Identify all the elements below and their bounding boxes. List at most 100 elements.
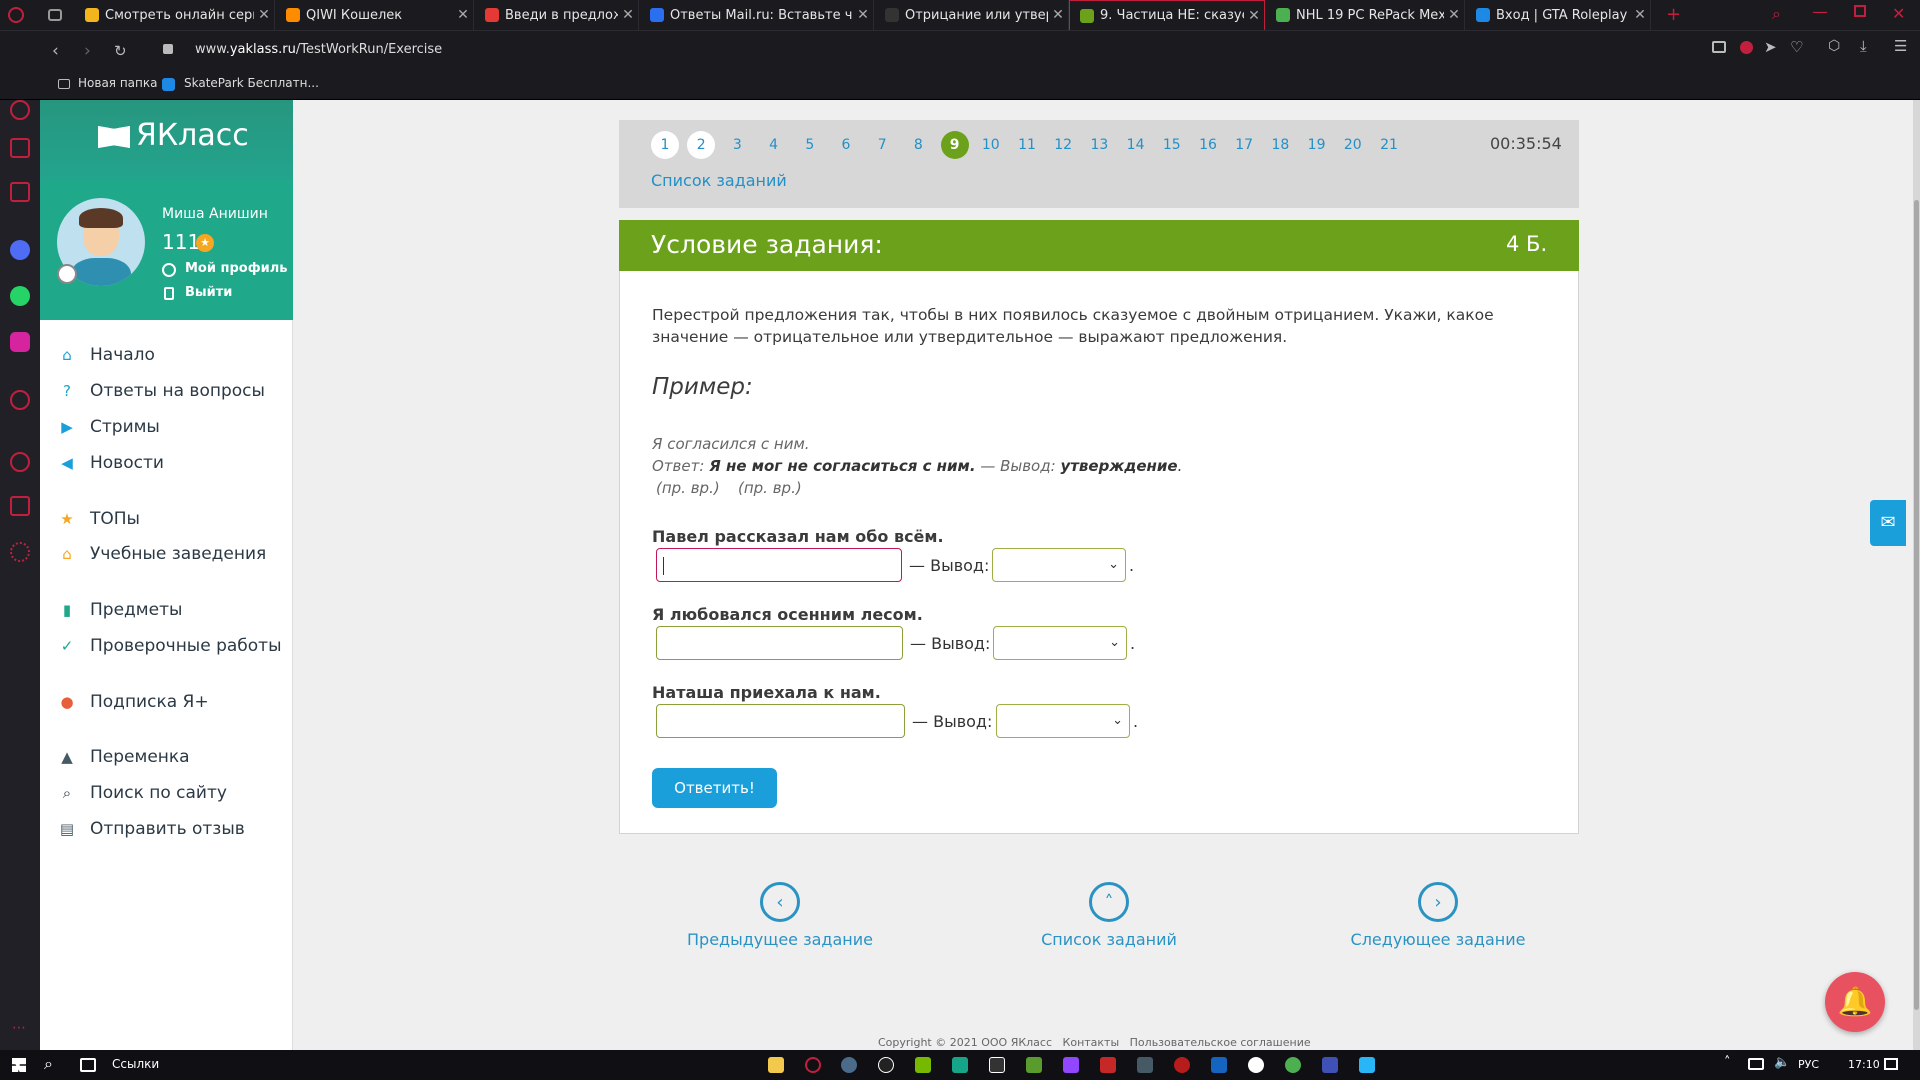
reload-icon[interactable]: ↻	[114, 41, 127, 61]
send-icon[interactable]: ➤	[1764, 38, 1777, 56]
new-tab-button[interactable]: +	[1666, 4, 1681, 25]
messenger-icon[interactable]	[10, 240, 30, 260]
conclusion-select-3[interactable]: ⌄	[996, 704, 1130, 738]
task-number[interactable]: 6	[832, 131, 860, 159]
twitch-taskbar-icon[interactable]	[1063, 1057, 1079, 1073]
epic-icon[interactable]	[878, 1057, 894, 1073]
answer-input-2[interactable]	[656, 626, 903, 660]
sidebar-item-10[interactable]: ▲ Переменка	[56, 745, 189, 769]
task-number[interactable]: 2	[687, 131, 716, 159]
bookmark-folder[interactable]: Новая папка	[78, 76, 157, 90]
app-icon-6[interactable]	[1211, 1057, 1227, 1073]
app-icon-7[interactable]	[1248, 1057, 1264, 1073]
prev-task-nav[interactable]: ‹ Предыдущее задание	[680, 882, 880, 949]
utorrent-icon[interactable]	[1285, 1057, 1301, 1073]
tab-close-icon[interactable]: ✕	[853, 7, 873, 23]
opera-icon[interactable]	[805, 1057, 821, 1073]
sidebar-item-12[interactable]: ▤ Отправить отзыв	[56, 817, 245, 841]
task-number[interactable]: 13	[1085, 131, 1113, 159]
task-list-link[interactable]: Список заданий	[651, 171, 787, 190]
browser-tab[interactable]: QIWI Кошелек ✕	[276, 0, 474, 30]
tab-close-icon[interactable]: ✕	[1630, 7, 1650, 23]
app-icon-5[interactable]	[1174, 1057, 1190, 1073]
task-number[interactable]: 7	[868, 131, 896, 159]
task-number[interactable]: 17	[1230, 131, 1258, 159]
notifications-bell-button[interactable]: 🔔	[1825, 972, 1885, 1032]
kaspersky-icon[interactable]	[952, 1057, 968, 1073]
task-number[interactable]: 5	[796, 131, 824, 159]
browser-tab[interactable]: Вход | GTA Roleplay – Игра✕	[1466, 0, 1651, 30]
sidebar-item-8[interactable]: ✓ Проверочные работы	[56, 634, 282, 658]
adblock-icon[interactable]	[1740, 41, 1753, 54]
sidebar-item-9[interactable]: ● Подписка Я+	[56, 690, 208, 714]
opera-menu-icon[interactable]	[8, 7, 24, 23]
task-number[interactable]: 12	[1049, 131, 1077, 159]
app-icon-3[interactable]	[1100, 1057, 1116, 1073]
extensions-icon[interactable]	[10, 496, 30, 516]
network-icon[interactable]	[1748, 1058, 1764, 1070]
browser-tab[interactable]: 9. Частица НЕ: сказуемое✕	[1069, 0, 1265, 30]
back-icon[interactable]: ‹	[52, 41, 59, 61]
task-number[interactable]: 15	[1158, 131, 1186, 159]
download-icon[interactable]: ⤓	[1860, 37, 1867, 55]
settings-icon[interactable]	[10, 542, 30, 562]
my-profile-link[interactable]: Мой профиль	[185, 261, 287, 276]
nvidia-icon[interactable]	[915, 1057, 931, 1073]
task-number[interactable]: 16	[1194, 131, 1222, 159]
browser-tab[interactable]: Смотреть онлайн сериал✕	[75, 0, 275, 30]
steam-icon[interactable]	[841, 1057, 857, 1073]
agreement-link[interactable]: Пользовательское соглашение	[1130, 1036, 1311, 1049]
tab-close-icon[interactable]: ✕	[453, 7, 473, 23]
tab-close-icon[interactable]: ✕	[1244, 8, 1264, 24]
history-icon[interactable]	[10, 452, 30, 472]
app-icon-2[interactable]	[1026, 1057, 1042, 1073]
more-icon[interactable]: ⋯	[12, 1020, 26, 1036]
conclusion-select-2[interactable]: ⌄	[993, 626, 1127, 660]
browser-tab[interactable]: Отрицание или утвержде✕	[875, 0, 1069, 30]
task-number[interactable]: 9	[940, 131, 969, 159]
app-icon-9[interactable]	[1359, 1057, 1375, 1073]
tab-close-icon[interactable]: ✕	[1048, 7, 1068, 23]
easy-setup-icon[interactable]: ☰	[1894, 37, 1907, 55]
tab-close-icon[interactable]: ✕	[254, 7, 274, 23]
app-icon-4[interactable]	[1137, 1057, 1153, 1073]
language-indicator[interactable]: РУС	[1798, 1058, 1819, 1071]
task-number[interactable]: 10	[977, 131, 1005, 159]
minimize-button[interactable]: —	[1812, 2, 1828, 21]
submit-button[interactable]: Ответить!	[652, 768, 777, 808]
task-number[interactable]: 20	[1339, 131, 1367, 159]
tray-chevron-icon[interactable]: ˄	[1724, 1055, 1731, 1070]
browser-tab[interactable]: Ответы Mail.ru: Вставьте ч ✕	[640, 0, 874, 30]
site-logo[interactable]: ЯКласс	[40, 100, 293, 180]
mail-feedback-button[interactable]: ✉	[1870, 500, 1906, 546]
restore-button[interactable]	[1854, 5, 1866, 17]
search-tabs-icon[interactable]: ⌕	[1772, 4, 1781, 24]
explorer-icon[interactable]	[768, 1057, 784, 1073]
speed-dial-icon[interactable]	[10, 100, 30, 120]
sidebar-item-11[interactable]: ⌕ Поиск по сайту	[56, 781, 227, 805]
sidebar-item-6[interactable]: ⌂ Учебные заведения	[56, 542, 266, 566]
task-number[interactable]: 18	[1266, 131, 1294, 159]
tab-close-icon[interactable]: ✕	[618, 7, 638, 23]
bookmark-skatepark[interactable]: SkatePark Бесплатн...	[184, 76, 319, 90]
tab-close-icon[interactable]: ✕	[1444, 7, 1464, 23]
task-list-nav[interactable]: ˄ Список заданий	[1009, 882, 1209, 949]
close-window-button[interactable]: ✕	[1892, 4, 1905, 23]
answer-input-1[interactable]	[656, 548, 902, 582]
search-icon[interactable]: ⌕	[44, 1054, 53, 1074]
sidebar-item-4[interactable]: ◀ Новости	[56, 451, 164, 475]
vk-icon[interactable]	[10, 138, 30, 158]
sidebar-item-3[interactable]: ▶ Стримы	[56, 415, 160, 439]
logout-link[interactable]: Выйти	[185, 285, 232, 300]
task-number[interactable]: 4	[760, 131, 788, 159]
sidebar-item-2[interactable]: ? Ответы на вопросы	[56, 379, 265, 403]
task-view-icon[interactable]	[80, 1058, 96, 1072]
volume-icon[interactable]: 🔈	[1774, 1055, 1790, 1070]
sidebar-item-1[interactable]: ⌂ Начало	[56, 343, 155, 367]
task-number[interactable]: 21	[1375, 131, 1403, 159]
next-task-nav[interactable]: › Следующее задание	[1338, 882, 1538, 949]
player-icon[interactable]	[10, 390, 30, 410]
sidebar-item-5[interactable]: ★ ТОПы	[56, 507, 140, 531]
forward-icon[interactable]: ›	[84, 41, 91, 61]
app-icon-1[interactable]	[989, 1057, 1005, 1073]
